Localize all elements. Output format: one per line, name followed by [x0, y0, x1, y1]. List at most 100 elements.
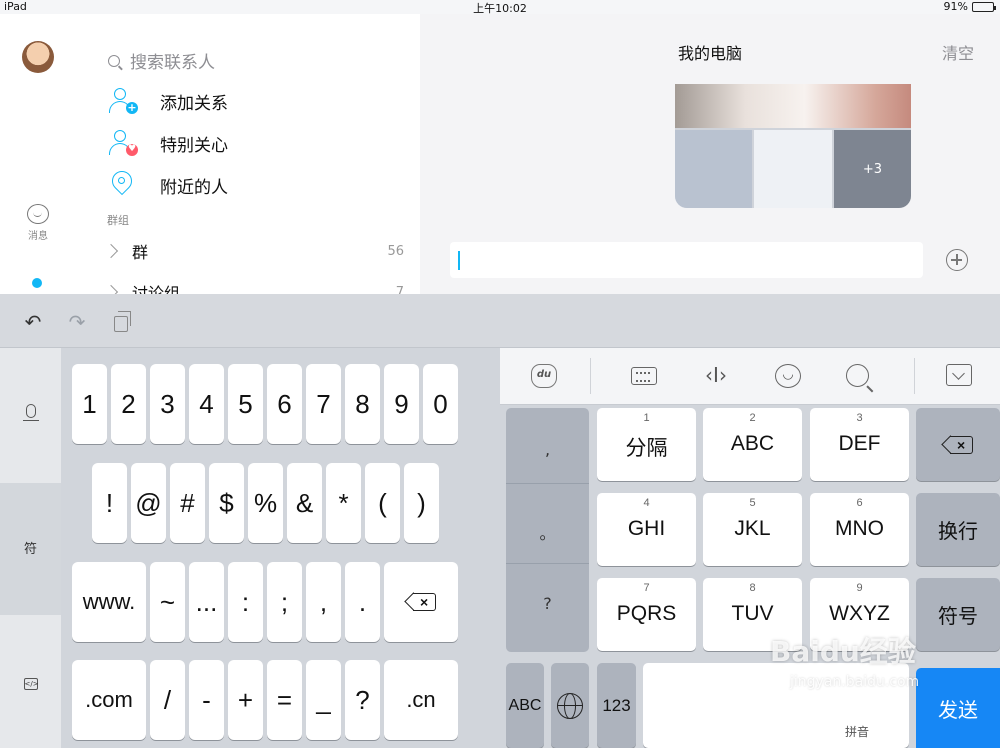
- redo-icon[interactable]: ↷: [66, 312, 88, 332]
- nearby-people-item[interactable]: 附近的人: [107, 166, 228, 199]
- key-www[interactable]: www.: [72, 562, 146, 642]
- clear-button[interactable]: 清空: [942, 40, 974, 64]
- key-symbol[interactable]: ): [404, 463, 439, 543]
- hide-keyboard-icon[interactable]: [946, 364, 972, 386]
- pinyin-key[interactable]: 2 ABC: [703, 408, 802, 481]
- pinyin-key[interactable]: 8 TUV: [703, 578, 802, 651]
- key-symbol[interactable]: _: [306, 660, 341, 740]
- special-care-item[interactable]: ♥ 特别关心: [108, 129, 228, 157]
- key-symbol[interactable]: =: [267, 660, 302, 740]
- key-symbol[interactable]: (: [365, 463, 400, 543]
- key-number[interactable]: 3: [150, 364, 185, 444]
- search-input[interactable]: 搜索联系人: [130, 48, 215, 73]
- image-preview-message[interactable]: +3: [675, 84, 911, 208]
- nearby-people-label: 附近的人: [160, 177, 228, 198]
- key-number[interactable]: 9: [384, 364, 419, 444]
- key-symbol[interactable]: -: [189, 660, 224, 740]
- add-contact-item[interactable]: + 添加关系: [108, 87, 228, 115]
- pinyin-key[interactable]: 1 分隔: [597, 408, 696, 481]
- key-symbol[interactable]: ;: [267, 562, 302, 642]
- punctuation-key[interactable]: ,: [506, 440, 589, 459]
- pinyin-key-label: 分隔: [625, 437, 668, 460]
- undo-icon[interactable]: ↶: [22, 312, 44, 332]
- key-symbol[interactable]: /: [150, 660, 185, 740]
- pinyin-key[interactable]: 5 JKL: [703, 493, 802, 566]
- number-mode-label: 123: [602, 695, 631, 715]
- search-icon[interactable]: [846, 364, 869, 387]
- cursor-move-icon[interactable]: ‹I›: [703, 364, 729, 388]
- group-row-discussions[interactable]: 讨论组 7: [103, 280, 404, 294]
- key-dot-com[interactable]: .com: [72, 660, 146, 740]
- keyboard-toolbar: ↶ ↷: [0, 294, 1000, 348]
- number-mode-key[interactable]: 123: [597, 663, 636, 748]
- pinyin-key[interactable]: 4 GHI: [597, 493, 696, 566]
- nav-messages[interactable]: 消息: [23, 204, 53, 242]
- key-symbol[interactable]: ~: [150, 562, 185, 642]
- key-symbol[interactable]: $: [209, 463, 244, 543]
- space-key[interactable]: 拼音: [643, 663, 909, 748]
- code-mode-button[interactable]: </>: [0, 678, 61, 690]
- message-input[interactable]: [450, 242, 923, 278]
- key-symbol[interactable]: !: [92, 463, 127, 543]
- pinyin-key-number: 9: [856, 582, 863, 594]
- key-number[interactable]: 0: [423, 364, 458, 444]
- space-key-caption: 拼音: [844, 725, 869, 739]
- key-symbol[interactable]: ?: [345, 660, 380, 740]
- special-care-label: 特别关心: [160, 135, 228, 156]
- contacts-pane: 消息 搜索联系人 + 添加关系 ♥ 特别关心 附近的人 群组 群 56 讨论组: [0, 14, 420, 294]
- baidu-logo-icon[interactable]: du: [531, 364, 557, 388]
- pinyin-key[interactable]: 7 PQRS: [597, 578, 696, 651]
- punctuation-column: , 。 ?: [506, 408, 589, 652]
- globe-key[interactable]: [551, 663, 589, 748]
- key-number[interactable]: 1: [72, 364, 107, 444]
- status-bar: iPad 上午10:02 91%: [0, 0, 1000, 15]
- add-contact-icon: +: [108, 87, 138, 115]
- voice-input-button[interactable]: [0, 404, 61, 421]
- nav-contacts[interactable]: [30, 278, 44, 294]
- nav-rail: 消息: [0, 14, 76, 294]
- pinyin-key-label: MNO: [835, 517, 884, 540]
- key-symbol[interactable]: #: [170, 463, 205, 543]
- toolbar-divider: [914, 358, 915, 394]
- preview-more-count: +3: [834, 130, 911, 208]
- avatar[interactable]: [22, 41, 54, 73]
- pinyin-key[interactable]: 9 WXYZ: [810, 578, 909, 651]
- keyboard-layout-icon[interactable]: [631, 367, 657, 385]
- copy-icon[interactable]: [114, 311, 131, 332]
- key-number[interactable]: 7: [306, 364, 341, 444]
- key-symbol[interactable]: @: [131, 463, 166, 543]
- send-button[interactable]: 发送: [916, 668, 1000, 748]
- symbol-key[interactable]: 符号: [916, 578, 1000, 651]
- pinyin-key-number: 8: [749, 582, 756, 594]
- preview-image-top: [675, 84, 911, 128]
- key-number[interactable]: 4: [189, 364, 224, 444]
- punctuation-key[interactable]: ?: [506, 594, 589, 613]
- pinyin-key[interactable]: 3 DEF: [810, 408, 909, 481]
- contact-search[interactable]: 搜索联系人: [108, 48, 215, 73]
- key-symbol[interactable]: .: [345, 562, 380, 642]
- ime-delete-key[interactable]: ×: [916, 408, 1000, 481]
- key-symbol[interactable]: ,: [306, 562, 341, 642]
- key-number[interactable]: 6: [267, 364, 302, 444]
- key-symbol[interactable]: :: [228, 562, 263, 642]
- key-dot-cn[interactable]: .cn: [384, 660, 458, 740]
- key-number[interactable]: 5: [228, 364, 263, 444]
- key-number[interactable]: 8: [345, 364, 380, 444]
- key-symbol[interactable]: &: [287, 463, 322, 543]
- microphone-icon: [22, 404, 39, 421]
- key-symbol[interactable]: ...: [189, 562, 224, 642]
- delete-key[interactable]: ×: [384, 562, 458, 642]
- add-attachment-button[interactable]: [946, 249, 968, 271]
- search-icon: [108, 54, 120, 67]
- abc-key[interactable]: ABC: [506, 663, 544, 748]
- punctuation-divider: [506, 483, 589, 484]
- pinyin-key[interactable]: 6 MNO: [810, 493, 909, 566]
- key-symbol[interactable]: %: [248, 463, 283, 543]
- key-symbol[interactable]: +: [228, 660, 263, 740]
- emoji-icon[interactable]: ◡: [775, 364, 801, 388]
- key-number[interactable]: 2: [111, 364, 146, 444]
- newline-key[interactable]: 换行: [916, 493, 1000, 566]
- group-row-groups[interactable]: 群 56: [103, 239, 404, 263]
- key-symbol[interactable]: *: [326, 463, 361, 543]
- punctuation-key[interactable]: 。: [506, 520, 589, 544]
